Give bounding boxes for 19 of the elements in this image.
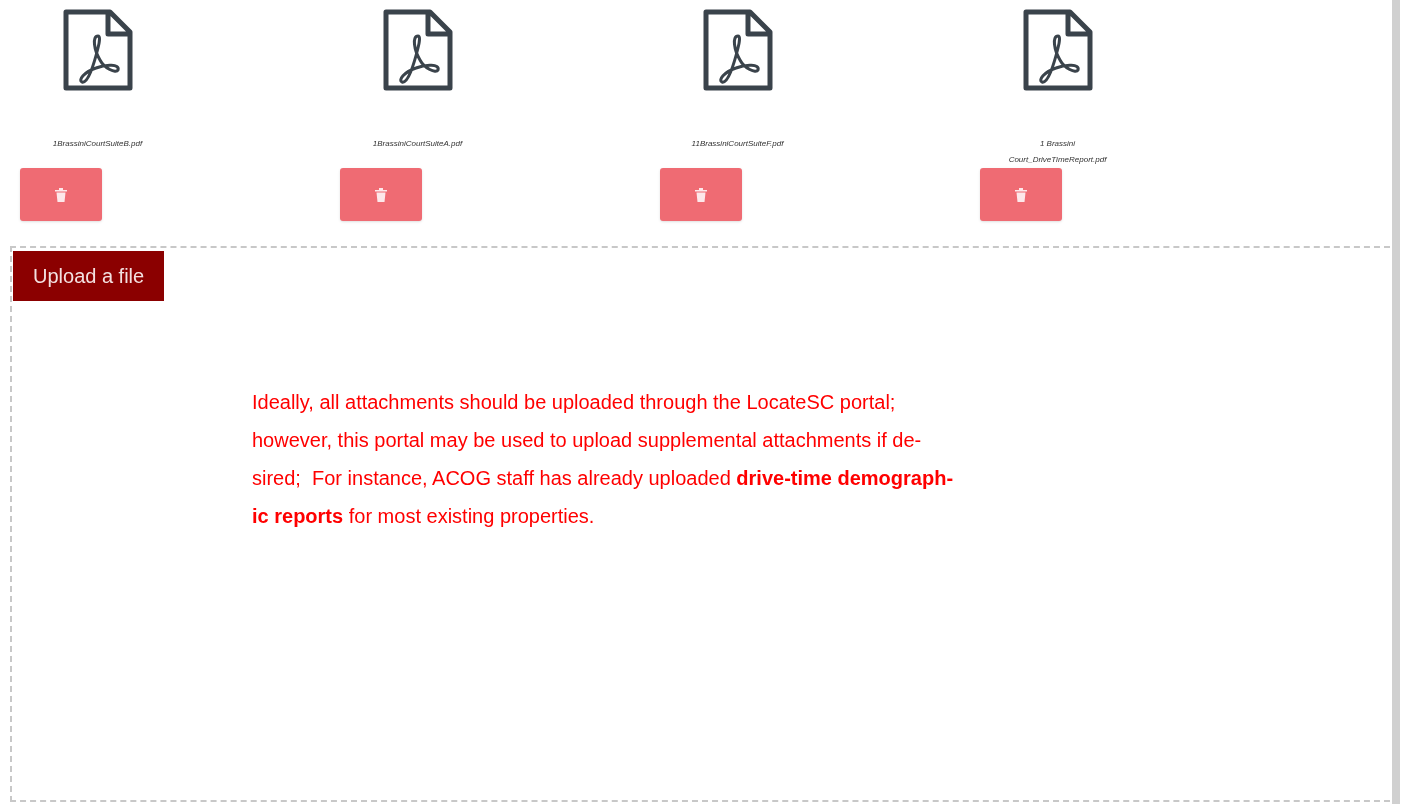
trash-icon <box>695 187 707 202</box>
delete-button[interactable] <box>660 168 742 221</box>
pdf-file-icon <box>1021 8 1094 92</box>
file-name: 1BrassiniCourtSuiteA.pdf <box>372 138 463 150</box>
pdf-file-icon <box>381 8 454 92</box>
trash-icon <box>375 187 387 202</box>
trash-icon <box>55 187 67 202</box>
trash-icon <box>1015 187 1027 202</box>
drop-zone[interactable] <box>10 246 1390 802</box>
file-name: 11BrassiniCourtSuiteF.pdf <box>691 138 784 150</box>
file-name: 1 Brassini Court_DriveTimeReport.pdf <box>1008 138 1107 166</box>
delete-button[interactable] <box>980 168 1062 221</box>
delete-button[interactable] <box>20 168 102 221</box>
pdf-file-icon <box>61 8 134 92</box>
upload-button[interactable]: Upload a file <box>13 251 165 301</box>
notice-text: Ideally, all attachments should be uploaded through the LocateSC portal; however, this portal may be used to upload supplemental attachments if de- sired; For instance, ACOG staff has already uploaded drive-time demograph- ic reports for most existing properties. <box>252 390 955 529</box>
pdf-file-icon <box>701 8 774 92</box>
file-name: 1BrassiniCourtSuiteB.pdf <box>52 138 143 150</box>
delete-button[interactable] <box>340 168 422 221</box>
